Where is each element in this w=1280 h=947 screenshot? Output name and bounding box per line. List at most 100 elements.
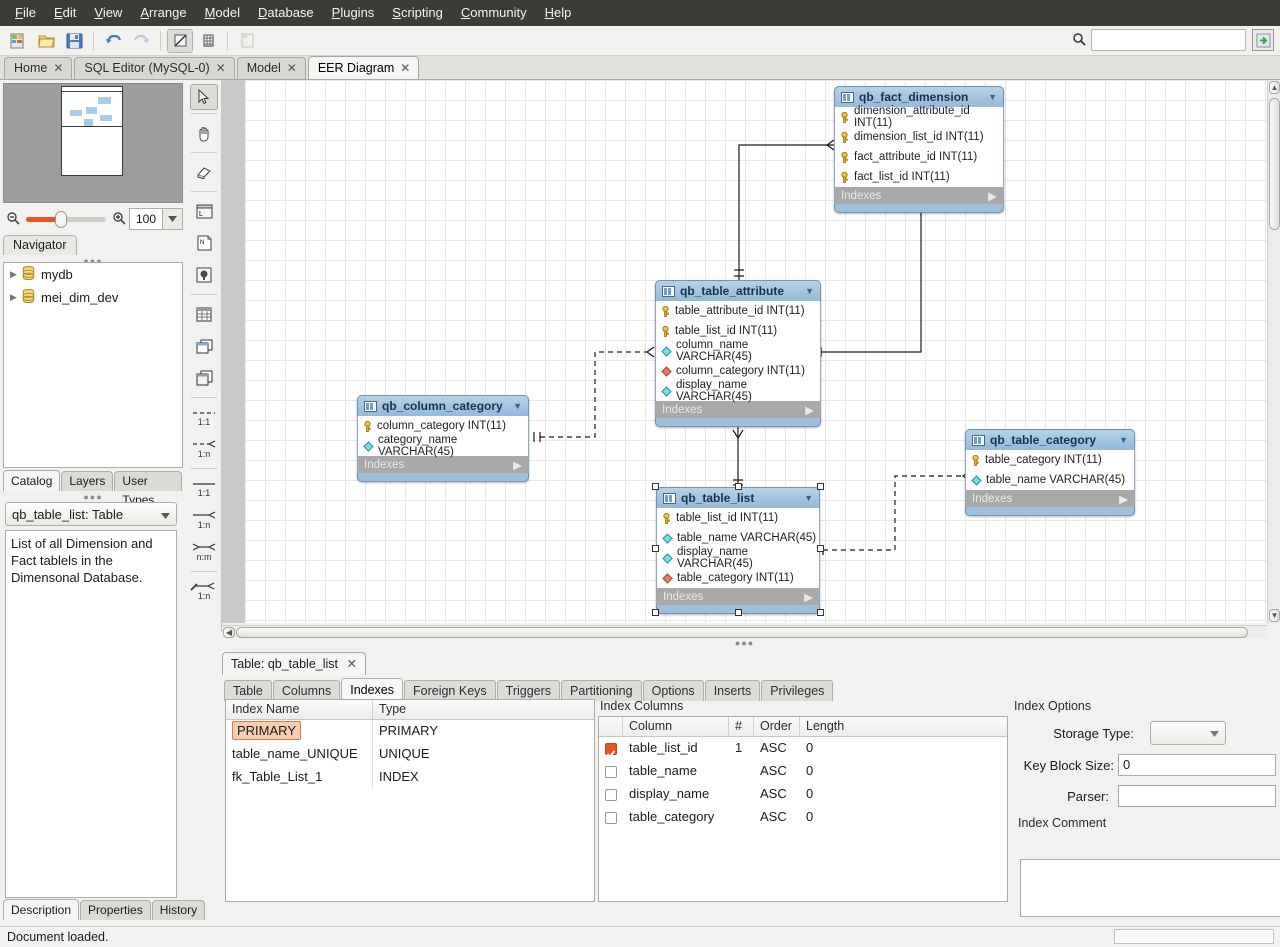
chevron-right-icon[interactable]: ▶	[10, 269, 22, 280]
er-table-indexes-row[interactable]: Indexes ▶	[656, 588, 820, 605]
resize-handle-s[interactable]	[735, 609, 742, 616]
navigator-preview[interactable]	[3, 83, 183, 203]
chevron-right-icon[interactable]: ▶	[988, 189, 997, 203]
editor-splitter[interactable]: ●●●	[222, 638, 1267, 648]
menu-item-view[interactable]: View	[85, 2, 131, 24]
resize-handle-nw[interactable]	[652, 483, 659, 490]
table-row[interactable]: table_name_UNIQUE UNIQUE	[226, 743, 594, 766]
menu-item-help[interactable]: Help	[536, 2, 581, 24]
zoom-dropdown-icon[interactable]	[163, 208, 183, 230]
index-column-length[interactable]: 0	[800, 737, 1005, 760]
index-column-length[interactable]: 0	[800, 783, 1005, 806]
er-column[interactable]: column_category INT(11)	[358, 416, 528, 436]
index-column-length[interactable]: 0	[800, 806, 1005, 829]
scroll-down-icon[interactable]: ▼	[1269, 609, 1280, 622]
chevron-right-icon[interactable]: ▶	[805, 403, 814, 417]
tab-catalog[interactable]: Catalog	[3, 470, 60, 491]
close-icon[interactable]: ✕	[287, 58, 297, 79]
new-model-icon[interactable]	[5, 29, 31, 53]
resize-handle-ne[interactable]	[817, 483, 824, 490]
eer-diagram-canvas[interactable]: qb_fact_dimension ▼ dimension_attribute_…	[245, 80, 1267, 623]
chevron-down-icon[interactable]: ▼	[988, 92, 997, 102]
table-row[interactable]: table_list_id 1 ASC 0	[599, 737, 1007, 760]
tab-foreign-keys[interactable]: Foreign Keys	[404, 680, 496, 701]
index-name-cell[interactable]: fk_Table_List_1	[226, 766, 373, 789]
image-tool-icon[interactable]	[186, 259, 222, 291]
note-tool-icon[interactable]: N	[186, 227, 222, 259]
menu-item-arrange[interactable]: Arrange	[131, 2, 195, 24]
hand-tool-icon[interactable]	[186, 117, 222, 149]
er-table-qb-table-list[interactable]: qb_table_list ▼ table_list_id INT(11) ta…	[656, 487, 820, 614]
tab-privileges[interactable]: Privileges	[761, 680, 833, 701]
tab-triggers[interactable]: Triggers	[497, 680, 560, 701]
tab-properties[interactable]: Properties	[80, 900, 151, 920]
er-table-qb-table-attribute[interactable]: qb_table_attribute ▼ table_attribute_id …	[655, 280, 821, 427]
chevron-down-icon[interactable]	[161, 507, 170, 522]
table-row[interactable]: fk_Table_List_1 INDEX	[226, 766, 594, 789]
toggle-grid-icon[interactable]	[167, 29, 193, 53]
tab-user-types[interactable]: User Types	[114, 471, 182, 491]
chevron-down-icon[interactable]: ▼	[804, 493, 813, 503]
er-table-qb-column-category[interactable]: qb_column_category ▼ column_category INT…	[357, 395, 529, 482]
er-table-qb-fact-dimension[interactable]: qb_fact_dimension ▼ dimension_attribute_…	[834, 86, 1004, 213]
table-row[interactable]: PRIMARY PRIMARY	[226, 720, 594, 743]
parser-input[interactable]	[1118, 785, 1276, 807]
column-header-type[interactable]: Type	[373, 700, 594, 719]
menu-item-database[interactable]: Database	[249, 2, 323, 24]
zoom-value[interactable]: 100	[129, 208, 163, 230]
tab-indexes[interactable]: Indexes	[341, 678, 403, 701]
er-table-indexes-row[interactable]: Indexes ▶	[965, 490, 1135, 507]
tab-table[interactable]: Table	[224, 680, 272, 701]
tab-inserts[interactable]: Inserts	[705, 680, 761, 701]
er-column[interactable]: table_list_id INT(11)	[656, 321, 820, 341]
table-row[interactable]: table_category ASC 0	[599, 806, 1007, 829]
layer-tool-icon[interactable]: L	[186, 195, 222, 227]
menu-item-scripting[interactable]: Scripting	[383, 2, 452, 24]
resize-handle-w[interactable]	[652, 545, 659, 552]
er-table-header[interactable]: qb_table_category ▼	[965, 429, 1135, 450]
er-column[interactable]: table_category INT(11)	[657, 568, 819, 588]
tab-options[interactable]: Options	[643, 680, 704, 701]
tab-model[interactable]: Model ✕	[237, 57, 306, 79]
tab-history[interactable]: History	[152, 900, 205, 920]
navigator-panel-tab[interactable]: Navigator	[3, 235, 77, 255]
index-column-checkbox[interactable]	[605, 812, 617, 824]
er-table-indexes-row[interactable]: Indexes ▶	[357, 456, 529, 473]
table-tool-icon[interactable]	[186, 298, 222, 330]
chevron-right-icon[interactable]: ▶	[10, 292, 22, 303]
search-input[interactable]	[1091, 29, 1246, 51]
er-column[interactable]: table_name VARCHAR(45)	[657, 528, 819, 548]
er-column[interactable]: category_name VARCHAR(45)	[358, 436, 528, 456]
canvas-hscroll-thumb[interactable]	[236, 627, 1248, 638]
relation-1to1-nonidentifying-icon[interactable]: 1:1	[186, 401, 222, 433]
chevron-down-icon[interactable]: ▼	[805, 286, 814, 296]
er-column[interactable]: dimension_attribute_id INT(11)	[835, 107, 1003, 127]
index-columns-grid[interactable]: Column # Order Length table_list_id 1	[598, 716, 1008, 902]
index-column-order[interactable]: ASC	[754, 737, 800, 760]
column-header-column[interactable]: Column	[623, 717, 729, 736]
grid-icon[interactable]	[195, 29, 221, 53]
er-table-header[interactable]: qb_fact_dimension ▼	[834, 86, 1004, 107]
index-type-cell[interactable]: UNIQUE	[373, 743, 594, 766]
relation-1ton-identifying-icon[interactable]: 1:n	[186, 504, 222, 536]
index-column-num[interactable]	[729, 783, 754, 806]
scroll-up-icon[interactable]: ▲	[1269, 81, 1280, 94]
pointer-tool-icon[interactable]	[190, 84, 218, 110]
scroll-left-icon[interactable]: ◀	[223, 627, 235, 638]
index-column-name[interactable]: display_name	[623, 783, 729, 806]
tab-home[interactable]: Home ✕	[4, 57, 72, 79]
er-column[interactable]: table_name VARCHAR(45)	[966, 470, 1134, 490]
column-header-index-name[interactable]: Index Name	[226, 700, 373, 719]
relation-ntom-icon[interactable]: n:m	[186, 536, 222, 568]
index-column-order[interactable]: ASC	[754, 806, 800, 829]
search-go-icon[interactable]	[1252, 29, 1274, 51]
menu-item-community[interactable]: Community	[452, 2, 536, 24]
column-header-order[interactable]: Order	[754, 717, 800, 736]
table-row[interactable]: table_name ASC 0	[599, 760, 1007, 783]
chevron-down-icon[interactable]: ▼	[1119, 435, 1128, 445]
tree-item-mydb[interactable]: ▶ mydb	[4, 263, 182, 286]
er-column[interactable]: table_attribute_id INT(11)	[656, 301, 820, 321]
index-list-grid[interactable]: Index Name Type PRIMARY PRIMARY table_na…	[225, 699, 595, 902]
chevron-right-icon[interactable]: ▶	[1119, 492, 1128, 506]
er-table-indexes-row[interactable]: Indexes ▶	[655, 401, 821, 418]
